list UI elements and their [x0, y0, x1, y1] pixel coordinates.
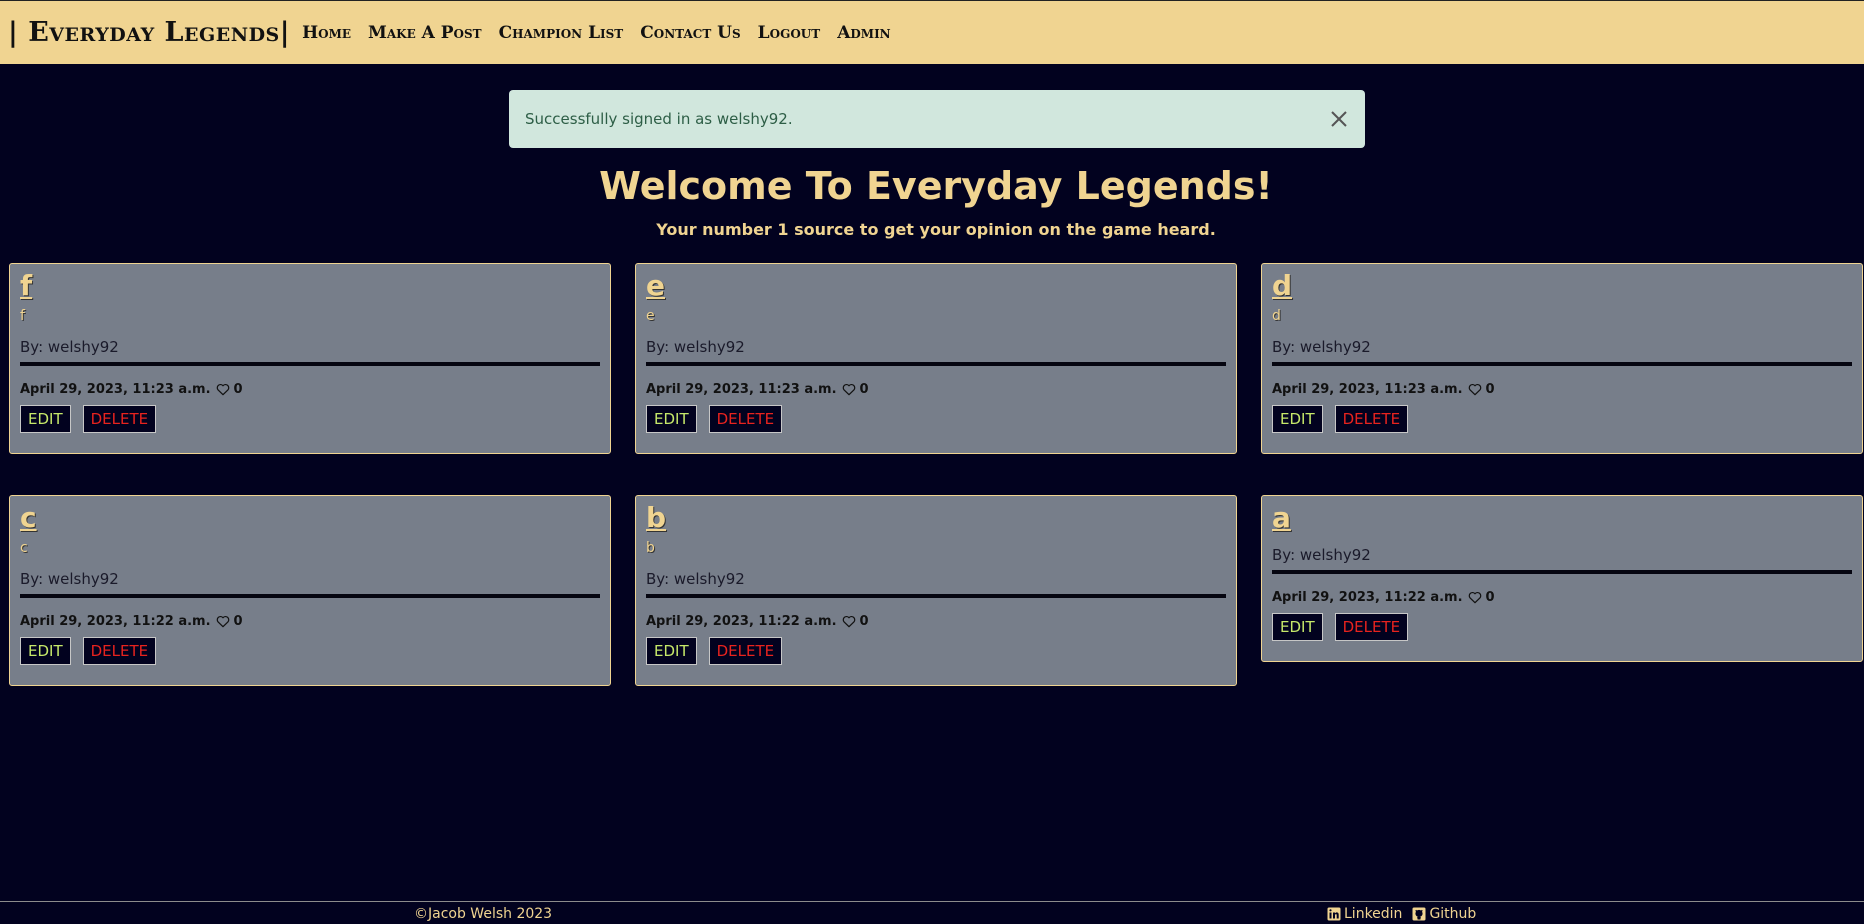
post-meta: April 29, 2023, 11:23 a.m. 0	[1272, 382, 1852, 397]
post-meta: April 29, 2023, 11:23 a.m. 0	[20, 382, 600, 397]
linkedin-icon	[1327, 907, 1341, 921]
post-title-link[interactable]: d	[1272, 268, 1852, 304]
divider	[20, 594, 600, 598]
like-count: 0	[859, 614, 869, 629]
delete-button[interactable]: DELETE	[82, 405, 157, 433]
post-card: b b By: welshy92 April 29, 2023, 11:22 a…	[635, 495, 1237, 686]
heart-icon	[216, 615, 229, 628]
edit-button[interactable]: EDIT	[20, 637, 71, 665]
divider	[1272, 570, 1852, 574]
delete-button[interactable]: DELETE	[708, 637, 783, 665]
github-label: Github	[1429, 906, 1477, 922]
post-excerpt: d	[1272, 308, 1281, 324]
social-links: Linkedin Github	[1327, 906, 1486, 922]
post-actions: EDIT DELETE	[1272, 405, 1852, 453]
post-author: By: welshy92	[646, 570, 745, 588]
post-date: April 29, 2023, 11:23 a.m.	[1272, 382, 1463, 397]
edit-button[interactable]: EDIT	[20, 405, 71, 433]
post-excerpt: b	[646, 540, 655, 556]
post-actions: EDIT DELETE	[646, 637, 1226, 685]
post-excerpt: f	[20, 308, 25, 324]
post-meta: April 29, 2023, 11:22 a.m. 0	[646, 614, 1226, 629]
post-title-link[interactable]: f	[20, 268, 600, 304]
heart-icon	[842, 615, 855, 628]
post-meta: April 29, 2023, 11:22 a.m. 0	[1272, 590, 1852, 605]
post-card: a By: welshy92 April 29, 2023, 11:22 a.m…	[1261, 495, 1863, 662]
post-actions: EDIT DELETE	[20, 405, 600, 453]
post-actions: EDIT DELETE	[20, 637, 600, 685]
github-icon	[1412, 907, 1426, 921]
post-card: f f By: welshy92 April 29, 2023, 11:23 a…	[9, 263, 611, 454]
post-title-link[interactable]: a	[1272, 500, 1852, 536]
delete-button[interactable]: DELETE	[82, 637, 157, 665]
edit-button[interactable]: EDIT	[1272, 613, 1323, 641]
divider	[1272, 362, 1852, 366]
heart-icon	[1468, 591, 1481, 604]
edit-button[interactable]: EDIT	[1272, 405, 1323, 433]
like-count: 0	[1485, 590, 1495, 605]
like-count: 0	[233, 382, 243, 397]
post-card: c c By: welshy92 April 29, 2023, 11:22 a…	[9, 495, 611, 686]
delete-button[interactable]: DELETE	[708, 405, 783, 433]
post-date: April 29, 2023, 11:22 a.m.	[646, 614, 837, 629]
post-author: By: welshy92	[1272, 546, 1371, 564]
post-excerpt: e	[646, 308, 655, 324]
divider	[20, 362, 600, 366]
post-date: April 29, 2023, 11:22 a.m.	[1272, 590, 1463, 605]
post-meta: April 29, 2023, 11:22 a.m. 0	[20, 614, 600, 629]
post-meta: April 29, 2023, 11:23 a.m. 0	[646, 382, 1226, 397]
post-date: April 29, 2023, 11:23 a.m.	[20, 382, 211, 397]
post-card: e e By: welshy92 April 29, 2023, 11:23 a…	[635, 263, 1237, 454]
post-title-link[interactable]: c	[20, 500, 600, 536]
github-link[interactable]: Github	[1412, 906, 1476, 922]
post-author: By: welshy92	[20, 338, 119, 356]
post-author: By: welshy92	[646, 338, 745, 356]
like-count: 0	[1485, 382, 1495, 397]
like-count: 0	[859, 382, 869, 397]
heart-icon	[842, 383, 855, 396]
linkedin-label: Linkedin	[1344, 906, 1403, 922]
post-title-link[interactable]: e	[646, 268, 1226, 304]
delete-button[interactable]: DELETE	[1334, 405, 1409, 433]
post-author: By: welshy92	[20, 570, 119, 588]
heart-icon	[1468, 383, 1481, 396]
post-actions: EDIT DELETE	[1272, 613, 1852, 661]
post-grid: f f By: welshy92 April 29, 2023, 11:23 a…	[0, 0, 1864, 924]
divider	[646, 362, 1226, 366]
like-count: 0	[233, 614, 243, 629]
post-author: By: welshy92	[1272, 338, 1371, 356]
post-title-link[interactable]: b	[646, 500, 1226, 536]
linkedin-link[interactable]: Linkedin	[1327, 906, 1402, 922]
divider	[646, 594, 1226, 598]
post-date: April 29, 2023, 11:22 a.m.	[20, 614, 211, 629]
delete-button[interactable]: DELETE	[1334, 613, 1409, 641]
page-footer: ©Jacob Welsh 2023 Linkedin Github	[0, 901, 1864, 924]
edit-button[interactable]: EDIT	[646, 405, 697, 433]
copyright-text: ©Jacob Welsh 2023	[414, 906, 553, 922]
post-excerpt: c	[20, 540, 28, 556]
edit-button[interactable]: EDIT	[646, 637, 697, 665]
post-date: April 29, 2023, 11:23 a.m.	[646, 382, 837, 397]
post-actions: EDIT DELETE	[646, 405, 1226, 453]
post-card: d d By: welshy92 April 29, 2023, 11:23 a…	[1261, 263, 1863, 454]
heart-icon	[216, 383, 229, 396]
